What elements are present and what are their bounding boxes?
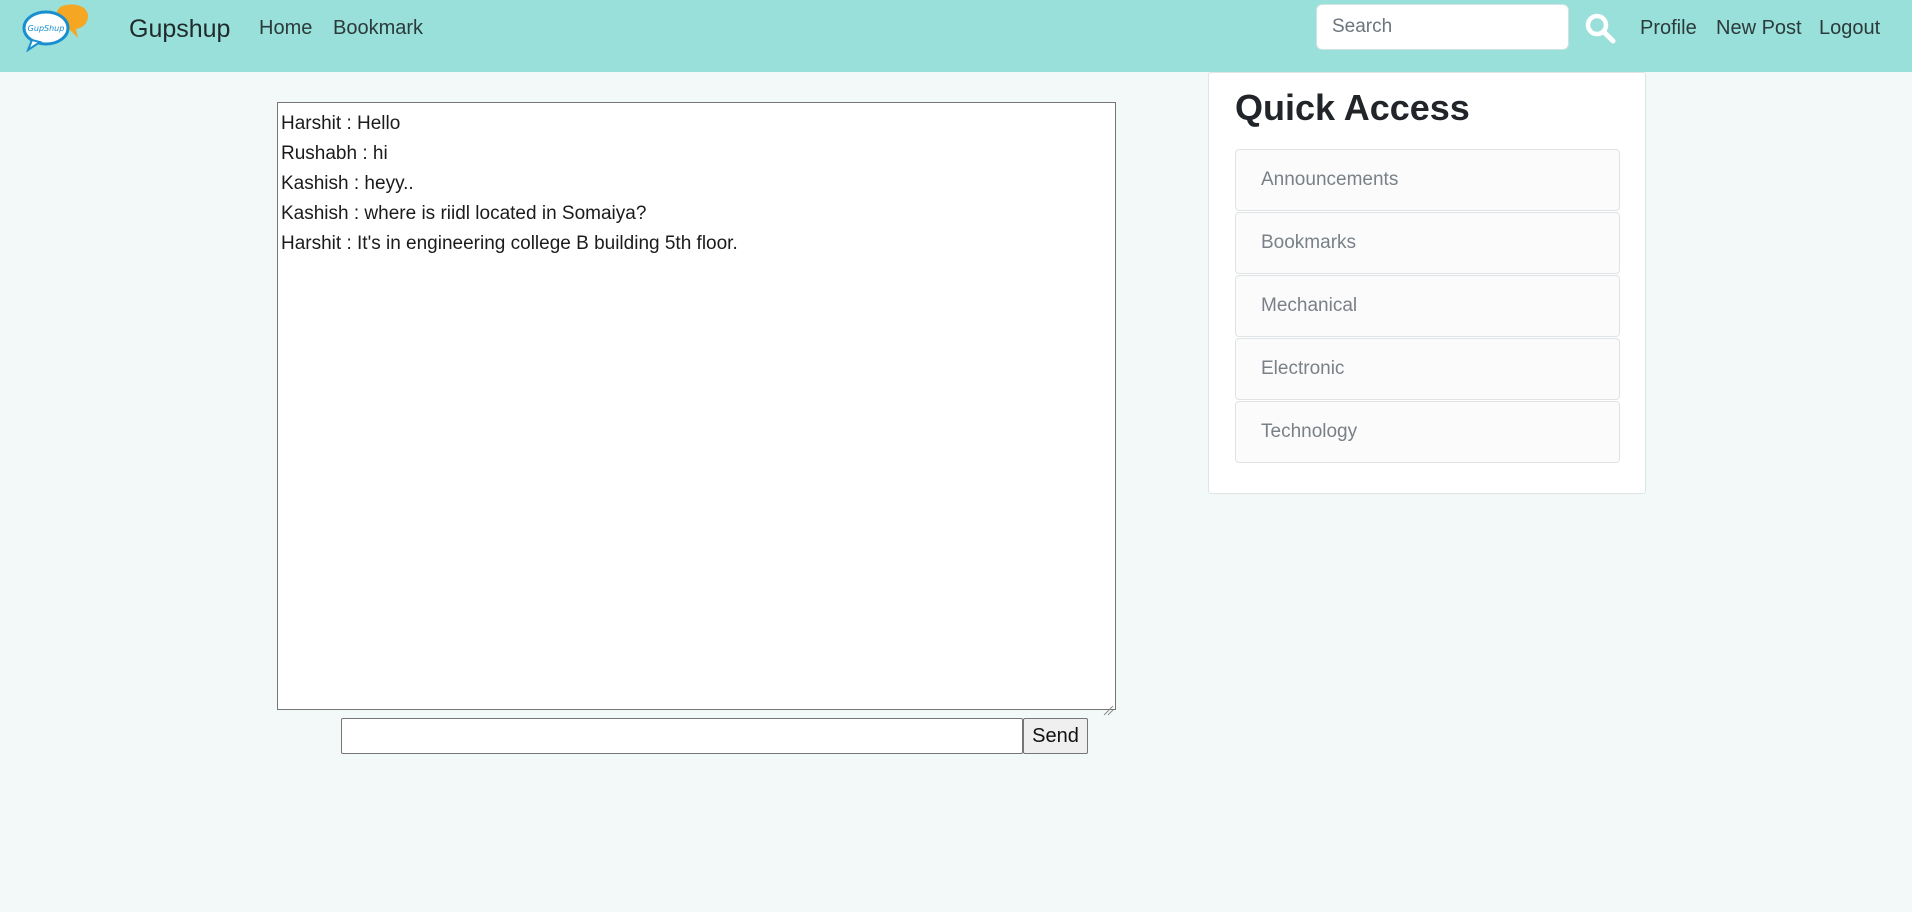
quick-access-item-electronic[interactable]: Electronic [1235,338,1620,400]
search-input[interactable] [1316,4,1569,50]
quick-access-card: Quick Access Announcements Bookmarks Mec… [1208,72,1646,494]
message-input[interactable] [341,718,1023,754]
chat-message: Harshit : Hello [281,113,401,134]
quick-access-item-announcements[interactable]: Announcements [1235,149,1620,211]
nav-profile-link[interactable]: Profile [1640,17,1697,40]
chat-message: Kashish : where is riidl located in Soma… [281,203,647,224]
search-icon[interactable] [1584,12,1616,44]
chat-log[interactable]: Harshit : Hello Rushabh : hi Kashish : h… [277,102,1116,716]
quick-access-title: Quick Access [1235,87,1470,128]
brand-name[interactable]: Gupshup [129,15,230,44]
nav-logout-link[interactable]: Logout [1819,17,1880,40]
quick-access-list: Announcements Bookmarks Mechanical Elect… [1235,149,1620,464]
quick-access-item-mechanical[interactable]: Mechanical [1235,275,1620,337]
nav-bookmark-link[interactable]: Bookmark [333,17,423,40]
nav-new-post-link[interactable]: New Post [1716,17,1802,40]
logo-text: GupShup [28,24,65,33]
quick-access-item-technology[interactable]: Technology [1235,401,1620,463]
quick-access-item-bookmarks[interactable]: Bookmarks [1235,212,1620,274]
chat-message: Kashish : heyy.. [281,173,414,194]
send-button[interactable]: Send [1023,718,1088,754]
resize-grip-icon[interactable] [1102,696,1114,716]
top-navbar: GupShup Gupshup Home Bookmark Profile Ne… [0,0,1912,72]
nav-home-link[interactable]: Home [259,17,312,40]
chat-message: Harshit : It's in engineering college B … [281,233,738,254]
chat-message: Rushabh : hi [281,143,388,164]
gupshup-logo[interactable]: GupShup [22,2,92,53]
